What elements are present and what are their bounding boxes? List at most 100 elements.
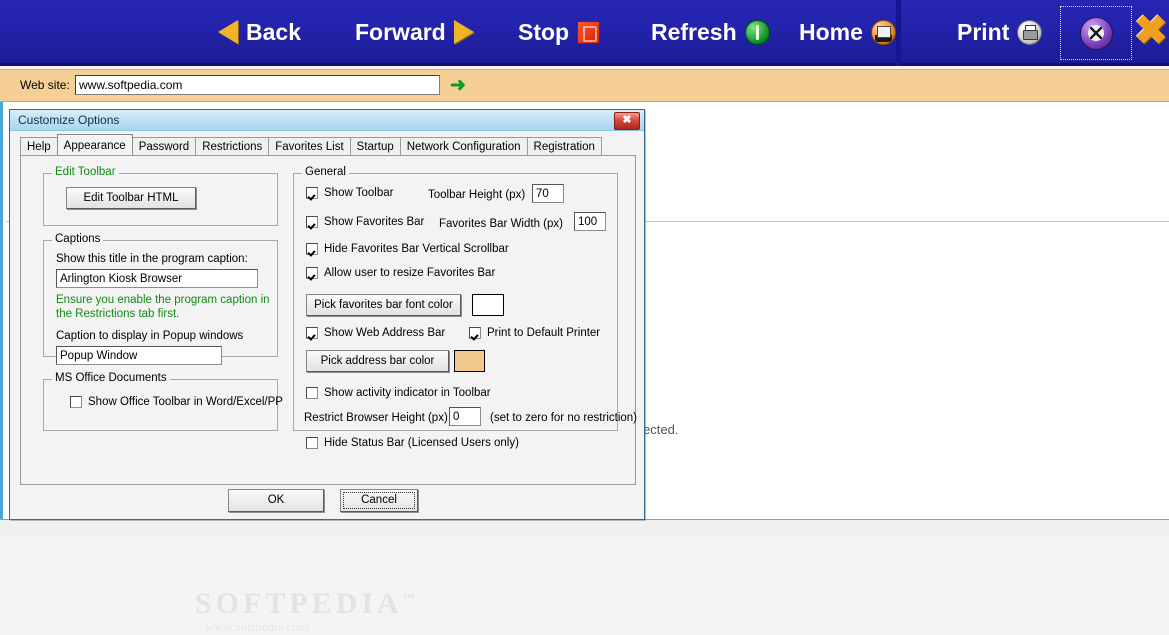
pick-favorites-font-color-button[interactable]: Pick favorites bar font color: [306, 294, 461, 316]
tab-password[interactable]: Password: [131, 137, 197, 155]
dialog-title-bar[interactable]: Customize Options ✖: [10, 110, 644, 131]
show-web-address-bar-checkbox[interactable]: Show Web Address Bar: [306, 327, 445, 339]
hide-favorites-scrollbar-checkbox[interactable]: Hide Favorites Bar Vertical Scrollbar: [306, 243, 509, 255]
web-address-bar: Web site: ➜: [0, 69, 1169, 102]
home-icon: [870, 19, 896, 45]
stop-button[interactable]: Stop: [518, 12, 601, 52]
settings-gear-icon: [1079, 16, 1113, 50]
dialog-button-row: OK Cancel: [10, 489, 646, 519]
checkbox-box: [70, 396, 82, 408]
browser-toolbar: Back Forward Stop Refresh Home Print ✖: [0, 0, 1169, 66]
refresh-label: Refresh: [651, 18, 737, 45]
favorites-bar-width-label: Favorites Bar Width (px): [439, 218, 563, 230]
show-office-toolbar-checkbox[interactable]: Show Office Toolbar in Word/Excel/PP: [70, 396, 283, 408]
customize-options-dialog: Customize Options ✖ Help Appearance Pass…: [9, 109, 646, 634]
restrict-browser-height-input[interactable]: [449, 407, 481, 426]
popup-caption-label: Caption to display in Popup windows: [56, 330, 244, 342]
tab-help[interactable]: Help: [20, 137, 58, 155]
pick-address-bar-color-button[interactable]: Pick address bar color: [306, 350, 449, 372]
address-input[interactable]: [75, 75, 440, 95]
favorites-bar-width-input[interactable]: [574, 212, 606, 231]
print-label: Print: [957, 18, 1010, 45]
hide-status-bar-label: Hide Status Bar (Licensed Users only): [324, 437, 519, 449]
show-toolbar-label: Show Toolbar: [324, 187, 394, 199]
print-default-printer-label: Print to Default Printer: [487, 327, 601, 339]
forward-button[interactable]: Forward: [355, 12, 474, 52]
softpedia-watermark-url: www.softpedia.com: [205, 619, 309, 634]
tab-registration[interactable]: Registration: [526, 137, 602, 155]
show-favorites-bar-label: Show Favorites Bar: [324, 216, 425, 228]
close-app-button[interactable]: ✖: [1134, 11, 1168, 51]
refresh-button[interactable]: Refresh: [651, 12, 770, 52]
allow-resize-favorites-label: Allow user to resize Favorites Bar: [324, 267, 496, 279]
address-bar-label: Web site:: [20, 78, 70, 92]
show-web-address-bar-label: Show Web Address Bar: [324, 327, 446, 339]
checkbox-box: [306, 327, 318, 339]
stop-icon: [577, 20, 601, 44]
edit-toolbar-html-button[interactable]: Edit Toolbar HTML: [66, 187, 196, 209]
checkbox-box: [306, 243, 318, 255]
home-label: Home: [799, 18, 863, 45]
ms-office-documents-group: MS Office Documents Show Office Toolbar …: [43, 372, 283, 431]
status-bar: [0, 519, 1169, 535]
address-bar-color-swatch[interactable]: [454, 350, 485, 372]
go-arrow-icon[interactable]: ➜: [450, 76, 468, 96]
captions-hint-line1: Ensure you enable the program caption in: [56, 294, 270, 306]
show-favorites-bar-checkbox[interactable]: Show Favorites Bar: [306, 216, 424, 228]
tab-network-configuration[interactable]: Network Configuration: [399, 137, 528, 155]
checkbox-box: [306, 267, 318, 279]
general-legend: General: [302, 166, 349, 178]
print-default-printer-checkbox[interactable]: Print to Default Printer: [469, 327, 600, 339]
allow-resize-favorites-checkbox[interactable]: Allow user to resize Favorites Bar: [306, 267, 495, 279]
captions-group: Captions Show this title in the program …: [43, 233, 278, 365]
tab-appearance[interactable]: Appearance: [56, 134, 133, 155]
show-activity-indicator-label: Show activity indicator in Toolbar: [324, 387, 491, 399]
checkbox-box: [306, 187, 318, 199]
ms-office-legend: MS Office Documents: [52, 372, 170, 384]
softpedia-watermark: SOFTPEDIA™: [195, 587, 415, 620]
tab-favorites-list[interactable]: Favorites List: [268, 137, 351, 155]
print-icon: [1017, 19, 1043, 45]
toolbar-height-input[interactable]: [532, 184, 564, 203]
general-group: General Show Toolbar Toolbar Height (px)…: [293, 166, 637, 449]
checkbox-box: [469, 327, 481, 339]
toolbar-height-label: Toolbar Height (px): [428, 189, 526, 201]
checkbox-box: [306, 216, 318, 228]
refresh-icon: [744, 19, 770, 45]
home-button[interactable]: Home: [799, 12, 896, 52]
appearance-tab-panel: Edit Toolbar Edit Toolbar HTML Captions …: [20, 155, 637, 485]
restrict-browser-height-hint: (set to zero for no restriction): [490, 412, 637, 424]
triangle-left-icon: [218, 20, 238, 44]
checkbox-box: [306, 387, 318, 399]
cancel-button[interactable]: Cancel: [340, 489, 418, 512]
settings-button[interactable]: [1060, 6, 1132, 60]
checkbox-box: [306, 437, 318, 449]
back-label: Back: [246, 18, 301, 45]
restrict-browser-height-label: Restrict Browser Height (px): [304, 412, 448, 424]
popup-caption-input[interactable]: [56, 346, 222, 365]
favorites-font-color-swatch[interactable]: [472, 294, 504, 316]
dialog-close-button[interactable]: ✖: [614, 112, 640, 130]
toolbar-divider: [896, 0, 901, 66]
ok-button[interactable]: OK: [228, 489, 324, 512]
show-office-toolbar-label: Show Office Toolbar in Word/Excel/PP: [88, 396, 283, 408]
triangle-right-icon: [453, 20, 474, 44]
page-partial-text: ected.: [643, 422, 679, 437]
back-button[interactable]: Back: [218, 12, 301, 52]
show-activity-indicator-checkbox[interactable]: Show activity indicator in Toolbar: [306, 387, 491, 399]
tab-restrictions[interactable]: Restrictions: [195, 137, 270, 155]
captions-hint-line2: the Restrictions tab first.: [56, 308, 180, 320]
tab-startup[interactable]: Startup: [349, 137, 401, 155]
hide-status-bar-checkbox[interactable]: Hide Status Bar (Licensed Users only): [306, 437, 519, 449]
captions-legend: Captions: [52, 233, 104, 245]
print-button[interactable]: Print: [957, 12, 1043, 52]
dialog-title: Customize Options: [18, 113, 120, 127]
tab-bar: Help Appearance Password Restrictions Fa…: [20, 134, 628, 173]
edit-toolbar-legend: Edit Toolbar: [52, 166, 119, 178]
forward-label: Forward: [355, 18, 446, 45]
show-toolbar-checkbox[interactable]: Show Toolbar: [306, 187, 393, 199]
program-caption-label: Show this title in the program caption:: [56, 253, 248, 265]
edit-toolbar-group: Edit Toolbar Edit Toolbar HTML: [43, 166, 278, 226]
program-caption-input[interactable]: [56, 269, 258, 288]
stop-label: Stop: [518, 18, 570, 45]
